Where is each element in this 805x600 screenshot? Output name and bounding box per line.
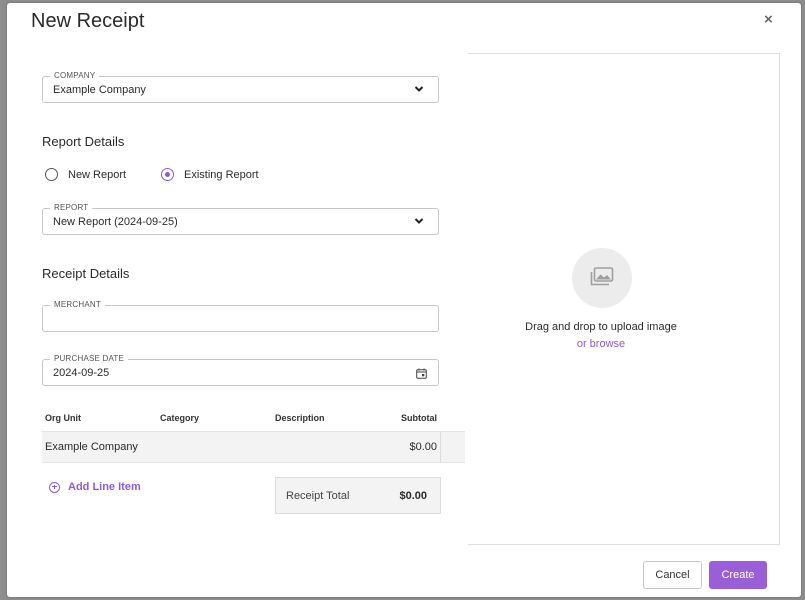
column-header-category: Category <box>160 413 200 423</box>
cancel-button[interactable]: Cancel <box>643 561 702 589</box>
calendar-icon[interactable] <box>416 368 427 379</box>
report-details-heading: Report Details <box>42 134 125 149</box>
radio-new-report[interactable]: New Report <box>45 168 126 181</box>
report-label: REPORT <box>50 203 93 212</box>
purchase-date-input[interactable]: PURCHASE DATE 2024-09-25 <box>42 354 439 386</box>
image-icon-circle <box>572 248 632 308</box>
image-upload-dropzone[interactable]: Drag and drop to upload image or browse <box>468 53 780 545</box>
add-line-item-button[interactable]: Add Line Item <box>49 481 141 493</box>
receipt-total-value: $0.00 <box>399 490 427 502</box>
receipt-total-label: Receipt Total <box>286 490 350 502</box>
merchant-label: MERCHANT <box>50 300 105 309</box>
company-select[interactable]: COMPANY Example Company <box>42 71 439 103</box>
receipt-total-box: Receipt Total $0.00 <box>275 477 441 514</box>
cell-subtotal: $0.00 <box>409 441 437 453</box>
table-row[interactable]: Example Company $0.00 <box>42 431 465 463</box>
close-icon[interactable]: × <box>764 11 773 28</box>
image-icon <box>590 267 614 286</box>
radio-existing-report[interactable]: Existing Report <box>161 168 259 181</box>
create-button[interactable]: Create <box>709 561 767 589</box>
row-divider <box>440 432 441 462</box>
report-select[interactable]: REPORT New Report (2024-09-25) <box>42 203 439 235</box>
purchase-date-value: 2024-09-25 <box>53 367 110 379</box>
radio-new-report-label: New Report <box>68 168 127 181</box>
radio-existing-report-label: Existing Report <box>184 168 259 181</box>
receipt-details-heading: Receipt Details <box>42 266 130 281</box>
column-header-org-unit: Org Unit <box>45 413 81 423</box>
new-receipt-dialog: New Receipt × COMPANY Example Company Re… <box>7 3 801 597</box>
add-line-item-label: Add Line Item <box>68 481 141 493</box>
merchant-input[interactable]: MERCHANT <box>42 300 439 332</box>
report-value: New Report (2024-09-25) <box>53 216 178 228</box>
company-value: Example Company <box>53 84 146 96</box>
company-label: COMPANY <box>50 71 100 80</box>
chevron-down-icon <box>414 86 424 92</box>
upload-instructions: Drag and drop to upload image <box>525 321 677 333</box>
browse-link[interactable]: or browse <box>468 338 734 350</box>
radio-circle-selected <box>161 168 174 181</box>
dialog-title: New Receipt <box>31 10 145 32</box>
column-header-description: Description <box>275 413 325 423</box>
cell-org-unit: Example Company <box>45 441 138 453</box>
column-header-subtotal: Subtotal <box>401 413 437 423</box>
radio-circle <box>45 168 58 181</box>
plus-circle-icon <box>49 481 60 493</box>
purchase-date-label: PURCHASE DATE <box>50 354 129 363</box>
chevron-down-icon <box>414 218 424 224</box>
